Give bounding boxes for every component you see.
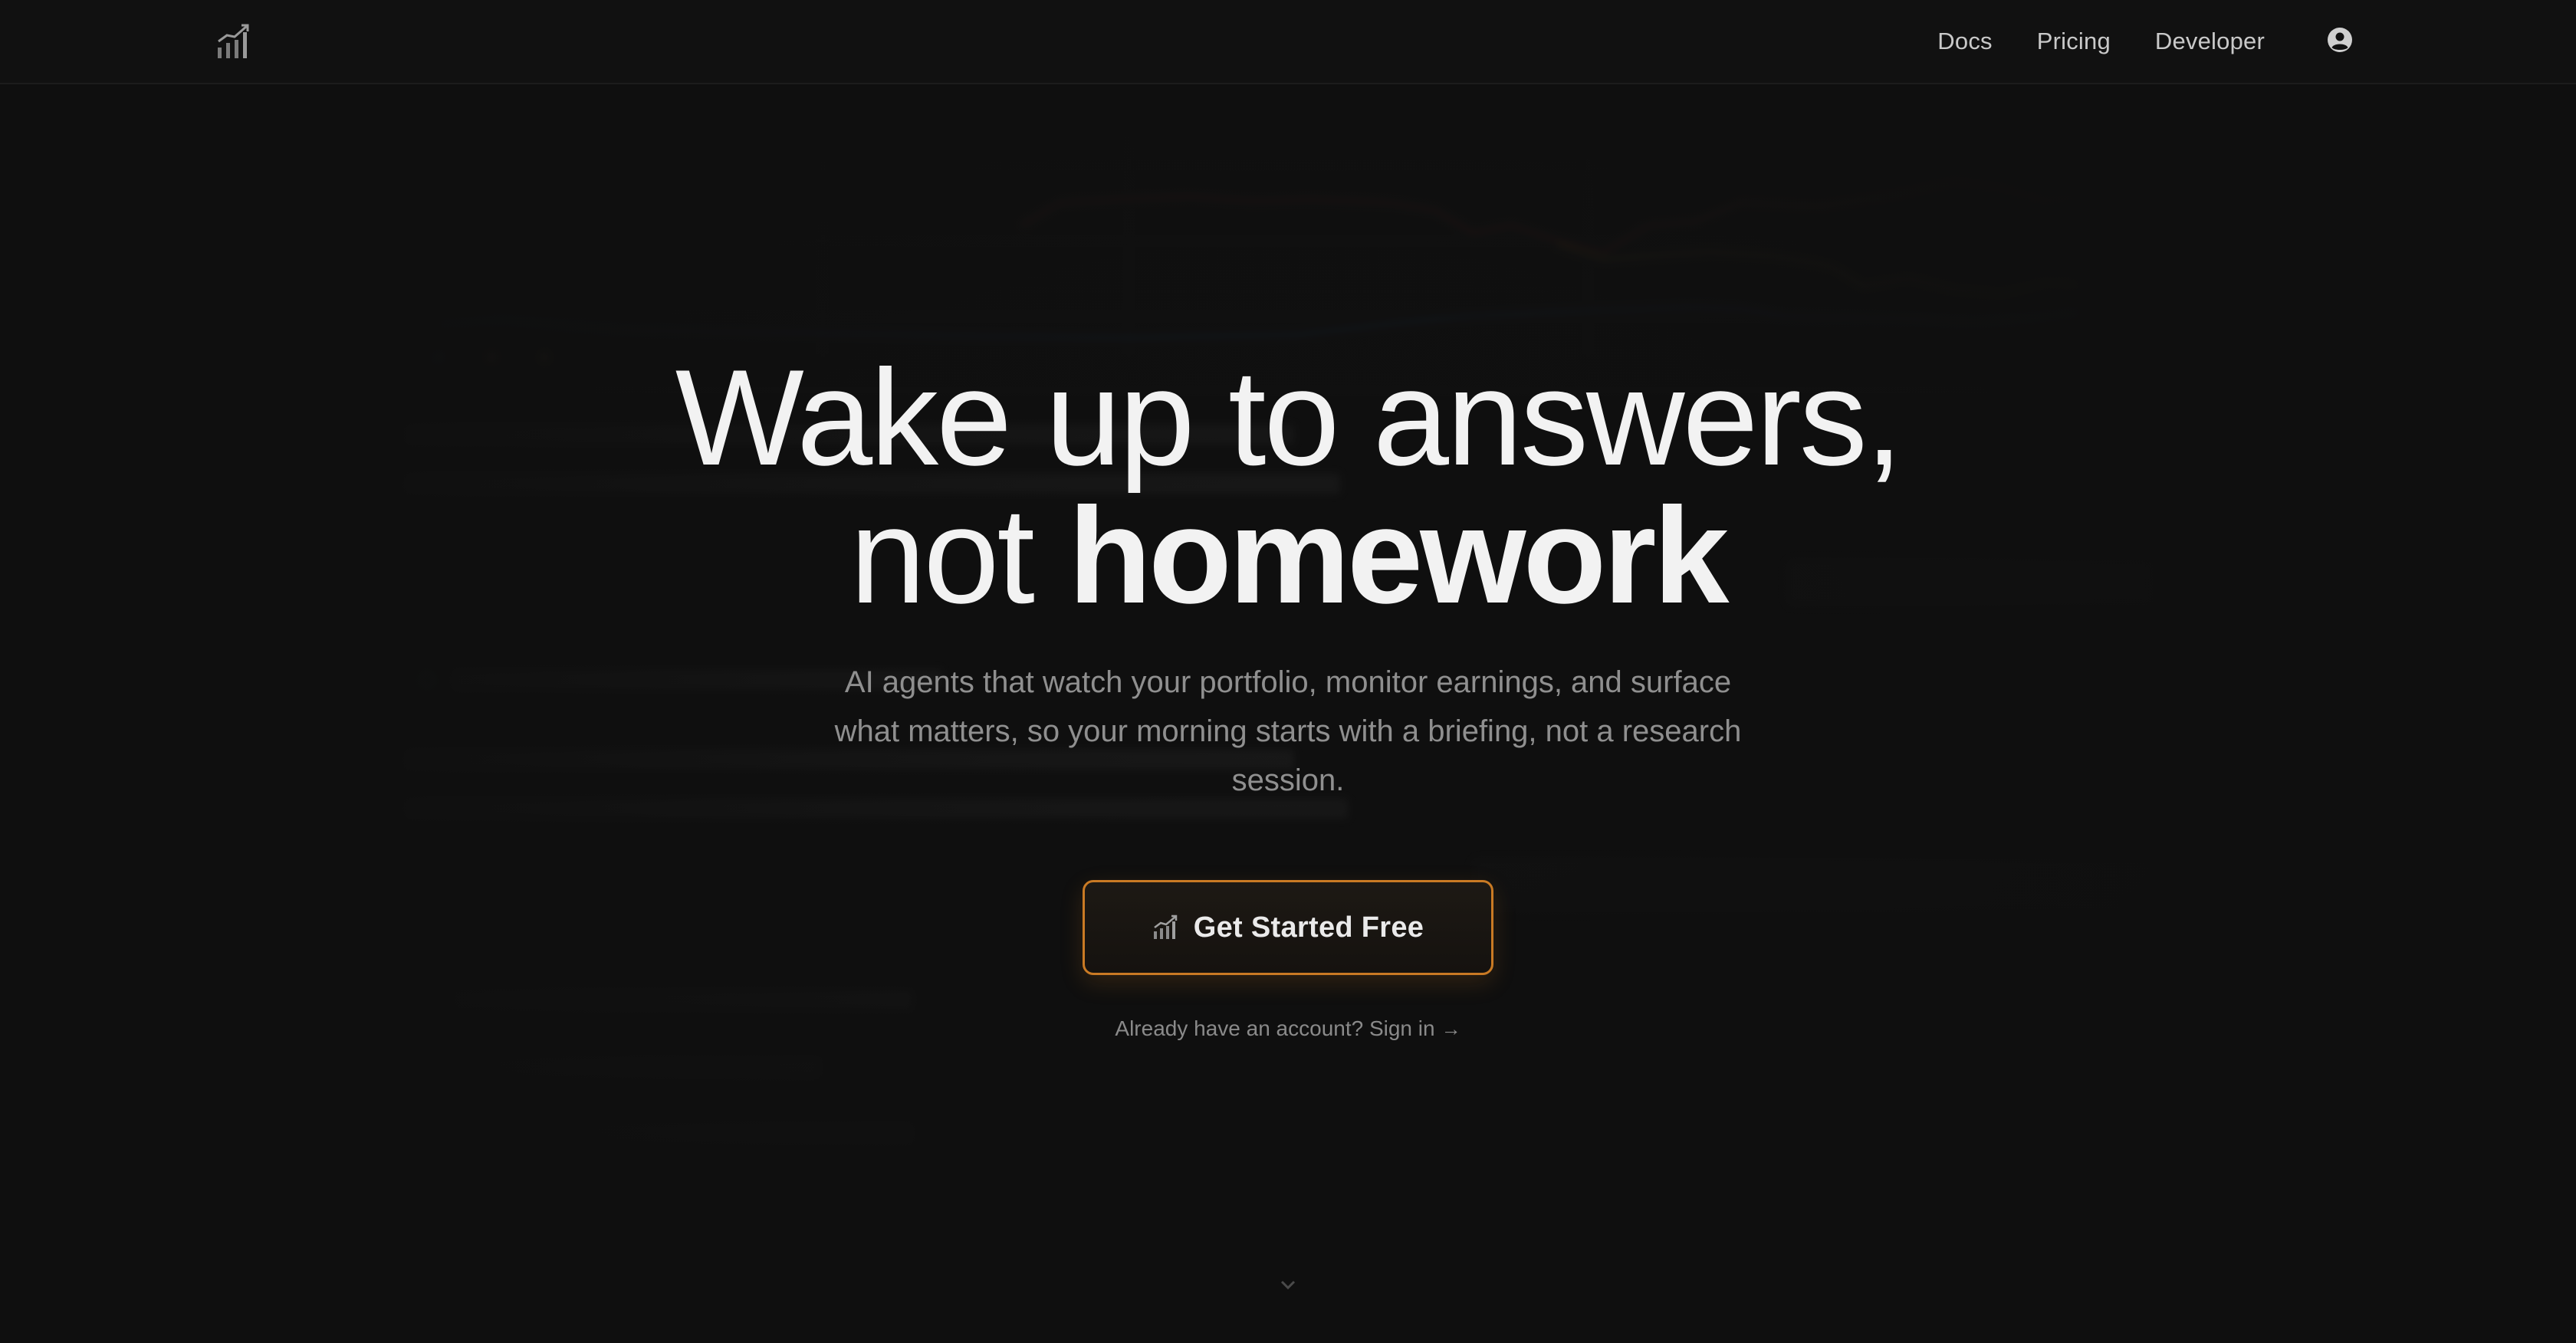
nav-link-pricing[interactable]: Pricing — [2037, 28, 2111, 55]
hero-headline-line-1: Wake up to answers, — [675, 341, 1903, 494]
headline-bold-text: homework — [1068, 479, 1729, 632]
hero-headline-line-2: not homework — [0, 488, 2576, 624]
user-circle-icon[interactable] — [2325, 25, 2354, 54]
chevron-down-icon[interactable] — [1279, 1279, 1297, 1291]
sign-in-text: Already have an account? Sign in — [1115, 1016, 1435, 1040]
nav-link-developer[interactable]: Developer — [2155, 28, 2265, 55]
nav-link-docs[interactable]: Docs — [1937, 28, 1992, 55]
hero-section: Wake up to answers, not homework AI agen… — [0, 0, 2576, 1343]
landing-page: Docs Pricing Developer Wake up to answer… — [0, 0, 2576, 1343]
bar-chart-logo-icon[interactable] — [216, 23, 250, 60]
bar-chart-icon — [1153, 914, 1178, 939]
arrow-right-icon: → — [1441, 1017, 1461, 1040]
top-nav: Docs Pricing Developer — [0, 0, 2576, 84]
get-started-button[interactable]: Get Started Free — [1083, 880, 1493, 975]
nav-links: Docs Pricing Developer — [1937, 0, 2265, 83]
sign-in-link[interactable]: Already have an account? Sign in → — [0, 1016, 2576, 1041]
headline-light-text: not — [849, 479, 1069, 632]
hero-subcopy: AI agents that watch your portfolio, mon… — [834, 665, 1742, 797]
get-started-label: Get Started Free — [1193, 911, 1424, 944]
